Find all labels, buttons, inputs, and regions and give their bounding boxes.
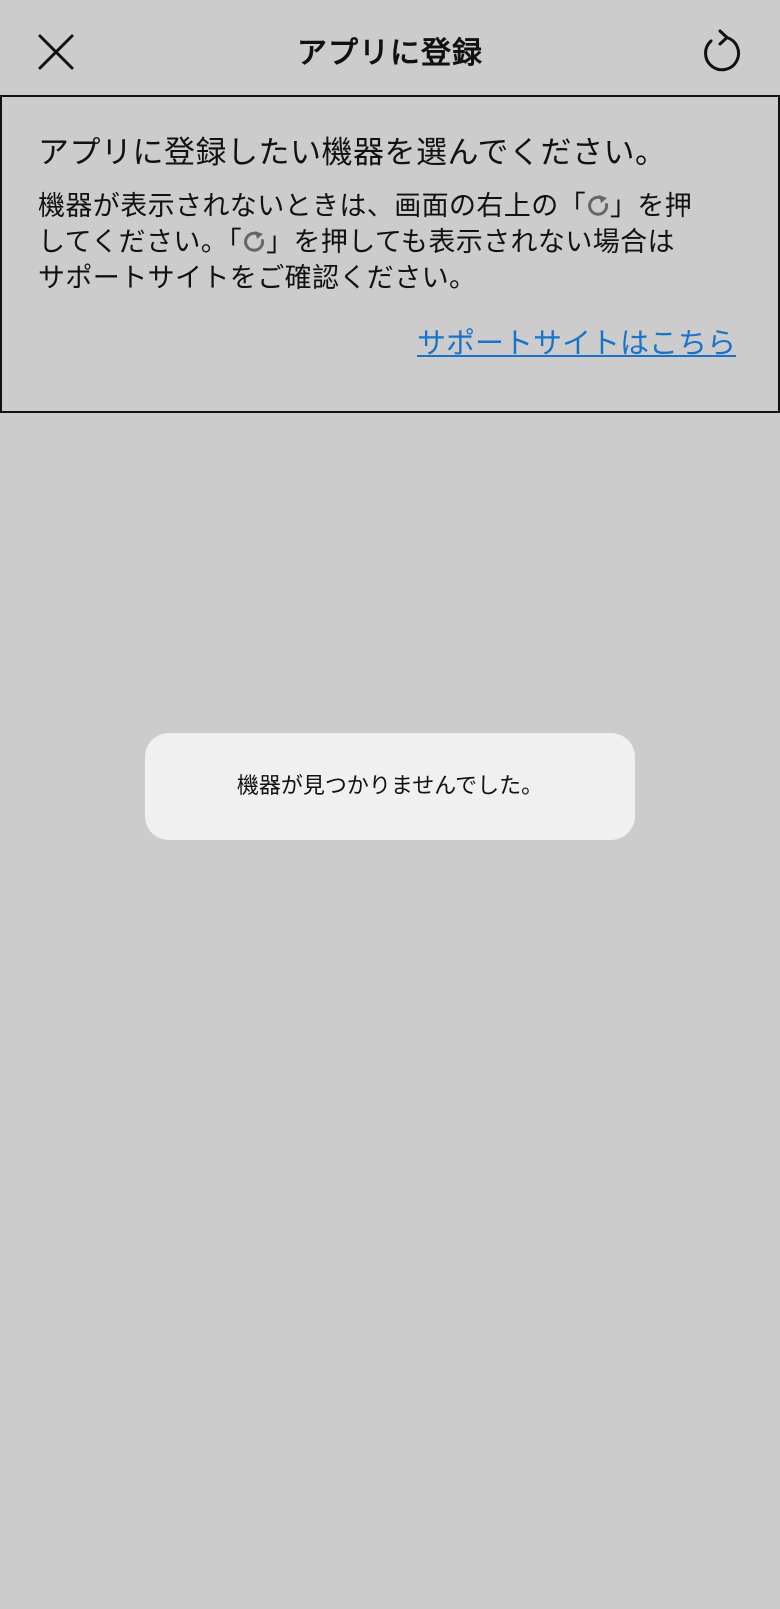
panel-description: 機器が表示されないときは、画面の右上の「 」を押 してください。「 」を押しても表示… [38,189,750,297]
page-title: アプリに登録 [297,36,483,71]
description-line-1: 機器が表示されないときは、画面の右上の「 」を押 [38,189,750,225]
panel-heading: アプリに登録したい機器を選んでください。 [38,135,667,171]
no-device-toast: 機器が見つかりませんでした。 [145,733,635,840]
toast-message: 機器が見つかりませんでした。 [236,774,544,799]
instruction-panel: アプリに登録したい機器を選んでください。 機器が表示されないときは、画面の右上の… [0,95,780,413]
description-text: 機器が表示されないときは、画面の右上の「 [38,191,586,222]
close-button[interactable] [34,30,78,74]
description-text: 」を押 [610,191,693,222]
close-icon [38,34,74,70]
refresh-icon [704,29,741,72]
description-line-2: してください。「 」を押しても表示されない場合は [38,225,750,261]
description-text: してください。「 [38,227,243,258]
description-line-3: サポートサイトをご確認ください。 [38,263,477,294]
description-text: 」を押しても表示されない場合は [266,227,675,258]
support-site-link[interactable]: サポートサイトはこちら [417,325,736,361]
refresh-inline-icon [244,231,265,252]
app-header: アプリに登録 [0,0,780,96]
refresh-inline-icon [588,195,609,216]
refresh-button[interactable] [698,28,746,76]
